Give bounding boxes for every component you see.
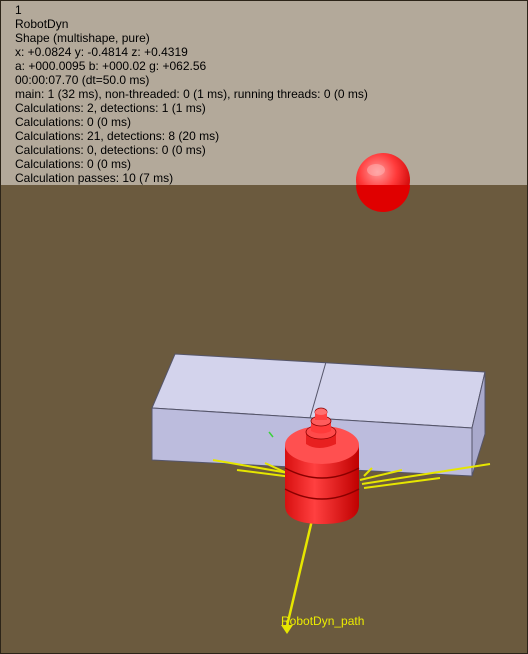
path-label: RobotDyn_path [281,614,365,628]
red-sphere[interactable] [356,153,410,212]
scene-viewport[interactable]: 1 RobotDyn Shape (multishape, pure) x: +… [0,0,528,654]
scene-3d [151,153,491,634]
